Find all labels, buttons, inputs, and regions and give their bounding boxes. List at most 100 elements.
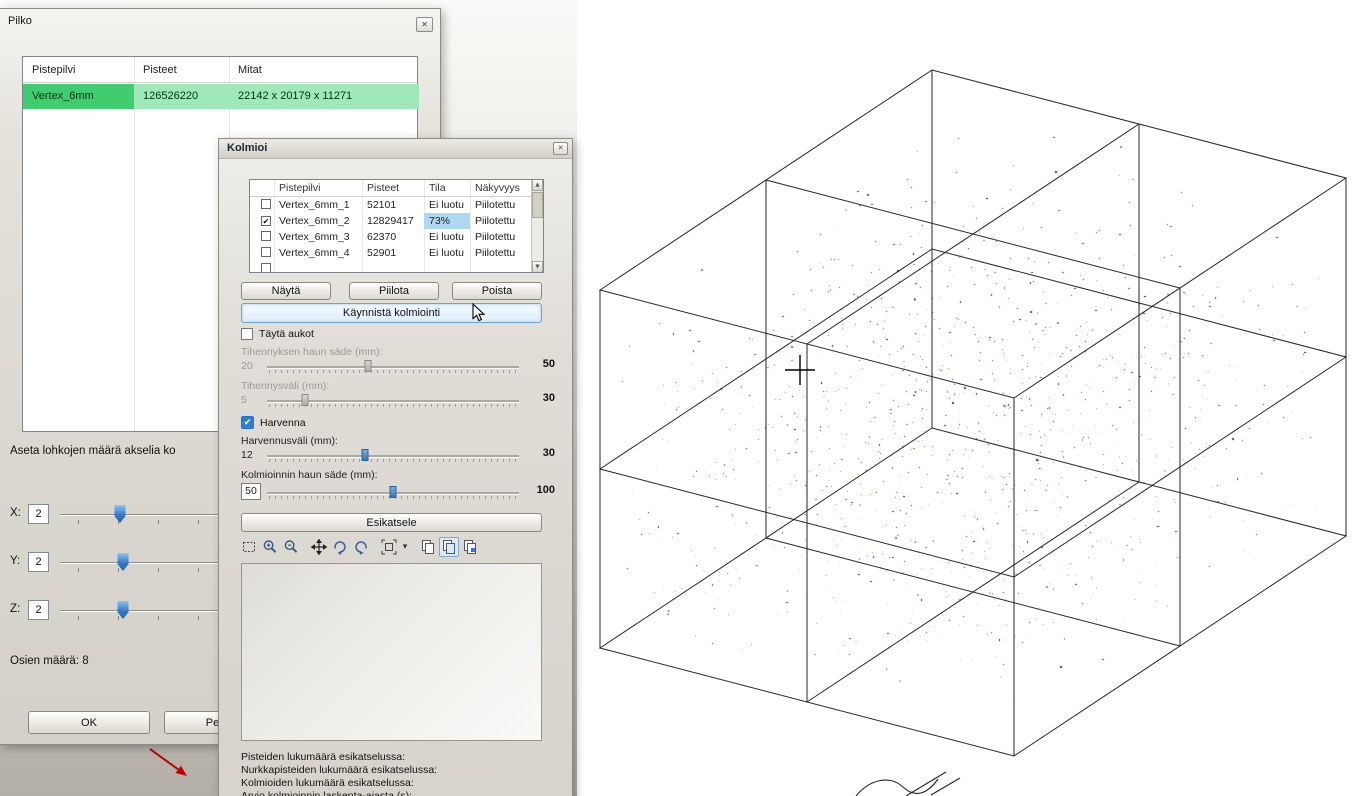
chevron-down-icon[interactable]: ▾	[400, 537, 410, 557]
slider-thumb[interactable]	[390, 486, 397, 498]
close-icon: ✕	[421, 20, 428, 29]
scroll-down-icon[interactable]: ▼	[532, 261, 543, 273]
fill-holes-checkbox[interactable]	[241, 328, 253, 340]
kolmioi-close-button[interactable]: ✕	[553, 142, 568, 155]
table-row[interactable]: Vertex_6mm_4 52901 Ei luotu Piilotettu	[250, 245, 531, 261]
row-checkbox[interactable]	[261, 247, 271, 257]
copy-page-icon[interactable]	[418, 537, 438, 557]
table-row[interactable]: Vertex_6mm_3 62370 Ei luotu Piilotettu	[250, 229, 531, 245]
slider-track	[267, 366, 519, 368]
slider-thumb[interactable]	[301, 394, 308, 406]
cell-state: Ei luotu	[424, 229, 470, 245]
blocks-per-axis-label: Aseta lohkojen määrä akselia ko	[10, 445, 176, 457]
triangulation-radius-slider[interactable]	[267, 486, 519, 501]
ok-button[interactable]: OK	[28, 711, 150, 734]
cell-name: Vertex_6mm_1	[274, 197, 362, 213]
cell-visibility: Piilotettu	[470, 197, 533, 213]
column-divider	[134, 57, 135, 431]
cell-points: 52901	[362, 245, 424, 261]
slider-min-value: 12	[241, 449, 263, 461]
rotate-ccw-icon[interactable]	[351, 537, 371, 557]
slider-value-box[interactable]: 50	[241, 483, 261, 500]
row-checkbox-checked[interactable]: ✔	[261, 216, 271, 226]
column-header-pisteet[interactable]: Pisteet	[362, 180, 424, 196]
slider-max-value: 50	[523, 358, 555, 370]
column-header-pistepilvi[interactable]: Pistepilvi	[274, 180, 362, 196]
cell-points: 12829417	[362, 213, 424, 229]
thinning-interval-slider-row: 12 30	[241, 449, 553, 464]
column-header-tila[interactable]: Tila	[424, 180, 470, 196]
cell-points: 62370	[362, 229, 424, 245]
triangulation-radius-label: Kolmioinnin haun säde (mm):	[241, 469, 378, 481]
kolmioi-titlebar[interactable]: Kolmioi ✕	[219, 139, 572, 159]
densify-radius-slider[interactable]	[267, 360, 519, 375]
table-header: Pistepilvi Pisteet Mitat	[23, 57, 417, 83]
cell-name: Vertex_6mm_2	[274, 213, 362, 229]
cell-state: Ei luotu	[424, 245, 470, 261]
row-checkbox[interactable]	[261, 199, 271, 209]
application-screen: Pilko ✕ Pistepilvi Pisteet Mitat Vertex_…	[0, 0, 1372, 796]
densify-interval-slider-row: 5 30	[241, 394, 553, 409]
thin-out-checkbox[interactable]: ✔	[241, 416, 254, 429]
column-header-mitat[interactable]: Mitat	[229, 57, 419, 82]
pilko-close-button[interactable]: ✕	[416, 17, 433, 32]
slider-thumb[interactable]	[364, 360, 371, 372]
column-header-pistepilvi[interactable]: Pistepilvi	[23, 57, 134, 82]
preview-toolbar: ▾	[239, 536, 480, 558]
triangulation-preview-area[interactable]	[241, 563, 542, 741]
cell-pistepilvi: Vertex_6mm	[23, 84, 134, 109]
show-button[interactable]: Näytä	[241, 282, 331, 300]
z-value-box[interactable]: 2	[28, 600, 49, 620]
cell-name: Vertex_6mm_3	[274, 229, 362, 245]
densify-radius-label: Tihennyksen haun säde (mm):	[241, 346, 382, 358]
fill-holes-label: Täytä aukot	[259, 328, 314, 340]
select-rect-icon[interactable]	[239, 537, 259, 557]
zoom-out-icon[interactable]	[281, 537, 301, 557]
stat-points-label: Pisteiden lukumäärä esikatselussa:	[241, 751, 405, 763]
column-header-pisteet[interactable]: Pisteet	[134, 57, 229, 82]
remove-button[interactable]: Poista	[452, 282, 542, 300]
export-page-icon[interactable]	[460, 537, 480, 557]
hide-button[interactable]: Piilota	[349, 282, 439, 300]
scrollbar-thumb[interactable]	[532, 192, 543, 218]
row-checkbox[interactable]	[261, 263, 271, 273]
table-header: Pistepilvi Pisteet Tila Näkyvyys	[250, 180, 531, 197]
table-scrollbar[interactable]: ▲ ▼	[531, 180, 543, 272]
pan-icon[interactable]	[309, 537, 329, 557]
triangulation-radius-slider-row: 50 100	[241, 486, 553, 501]
rotate-cw-icon[interactable]	[330, 537, 350, 557]
row-checkbox[interactable]	[261, 231, 271, 241]
densify-radius-slider-row: 20 50	[241, 360, 553, 375]
slider-ticks	[269, 459, 517, 462]
scroll-up-icon[interactable]: ▲	[532, 179, 543, 191]
zoom-in-icon[interactable]	[260, 537, 280, 557]
kolmioi-dialog-title: Kolmioi	[227, 142, 267, 154]
cell-visibility: Piilotettu	[470, 229, 533, 245]
slider-min-value: 5	[241, 394, 263, 406]
table-row-selected[interactable]: Vertex_6mm 126526220 22142 x 20179 x 112…	[23, 84, 417, 109]
table-row[interactable]: ✔ Vertex_6mm_2 12829417 73% Piilotettu	[250, 213, 531, 229]
slider-min-value: 20	[241, 360, 263, 372]
slider-max-value: 100	[523, 484, 555, 496]
slider-thumb[interactable]	[362, 449, 369, 461]
table-row-partial[interactable]	[250, 261, 531, 273]
slider-track	[267, 455, 519, 457]
y-value-box[interactable]: 2	[28, 552, 49, 572]
table-row[interactable]: Vertex_6mm_1 52101 Ei luotu Piilotettu	[250, 197, 531, 213]
start-triangulation-button[interactable]: Käynnistä kolmiointi	[241, 303, 542, 323]
z-axis-label: Z:	[10, 603, 20, 615]
cell-state-progress: 73%	[424, 213, 470, 229]
x-value-box[interactable]: 2	[28, 504, 49, 524]
densify-interval-slider[interactable]	[267, 394, 519, 409]
preview-button[interactable]: Esikatsele	[241, 513, 542, 532]
stat-triangles-label: Kolmioiden lukumäärä esikatselussa:	[241, 777, 414, 789]
densify-interval-label: Tihennysväli (mm):	[241, 380, 329, 392]
copy-page-selected-icon[interactable]	[439, 537, 459, 557]
stat-corner-points-label: Nurkkapisteiden lukumäärä esikatselussa:	[241, 764, 437, 776]
thinning-interval-slider[interactable]	[267, 449, 519, 464]
zoom-fit-icon[interactable]	[379, 537, 399, 557]
pilko-dialog-title: Pilko	[8, 15, 32, 27]
column-header-nakyvyys[interactable]: Näkyvyys	[470, 180, 533, 196]
slider-max-value: 30	[523, 392, 555, 404]
kolmioi-pointcloud-table: Pistepilvi Pisteet Tila Näkyvyys Vertex_…	[249, 179, 544, 273]
